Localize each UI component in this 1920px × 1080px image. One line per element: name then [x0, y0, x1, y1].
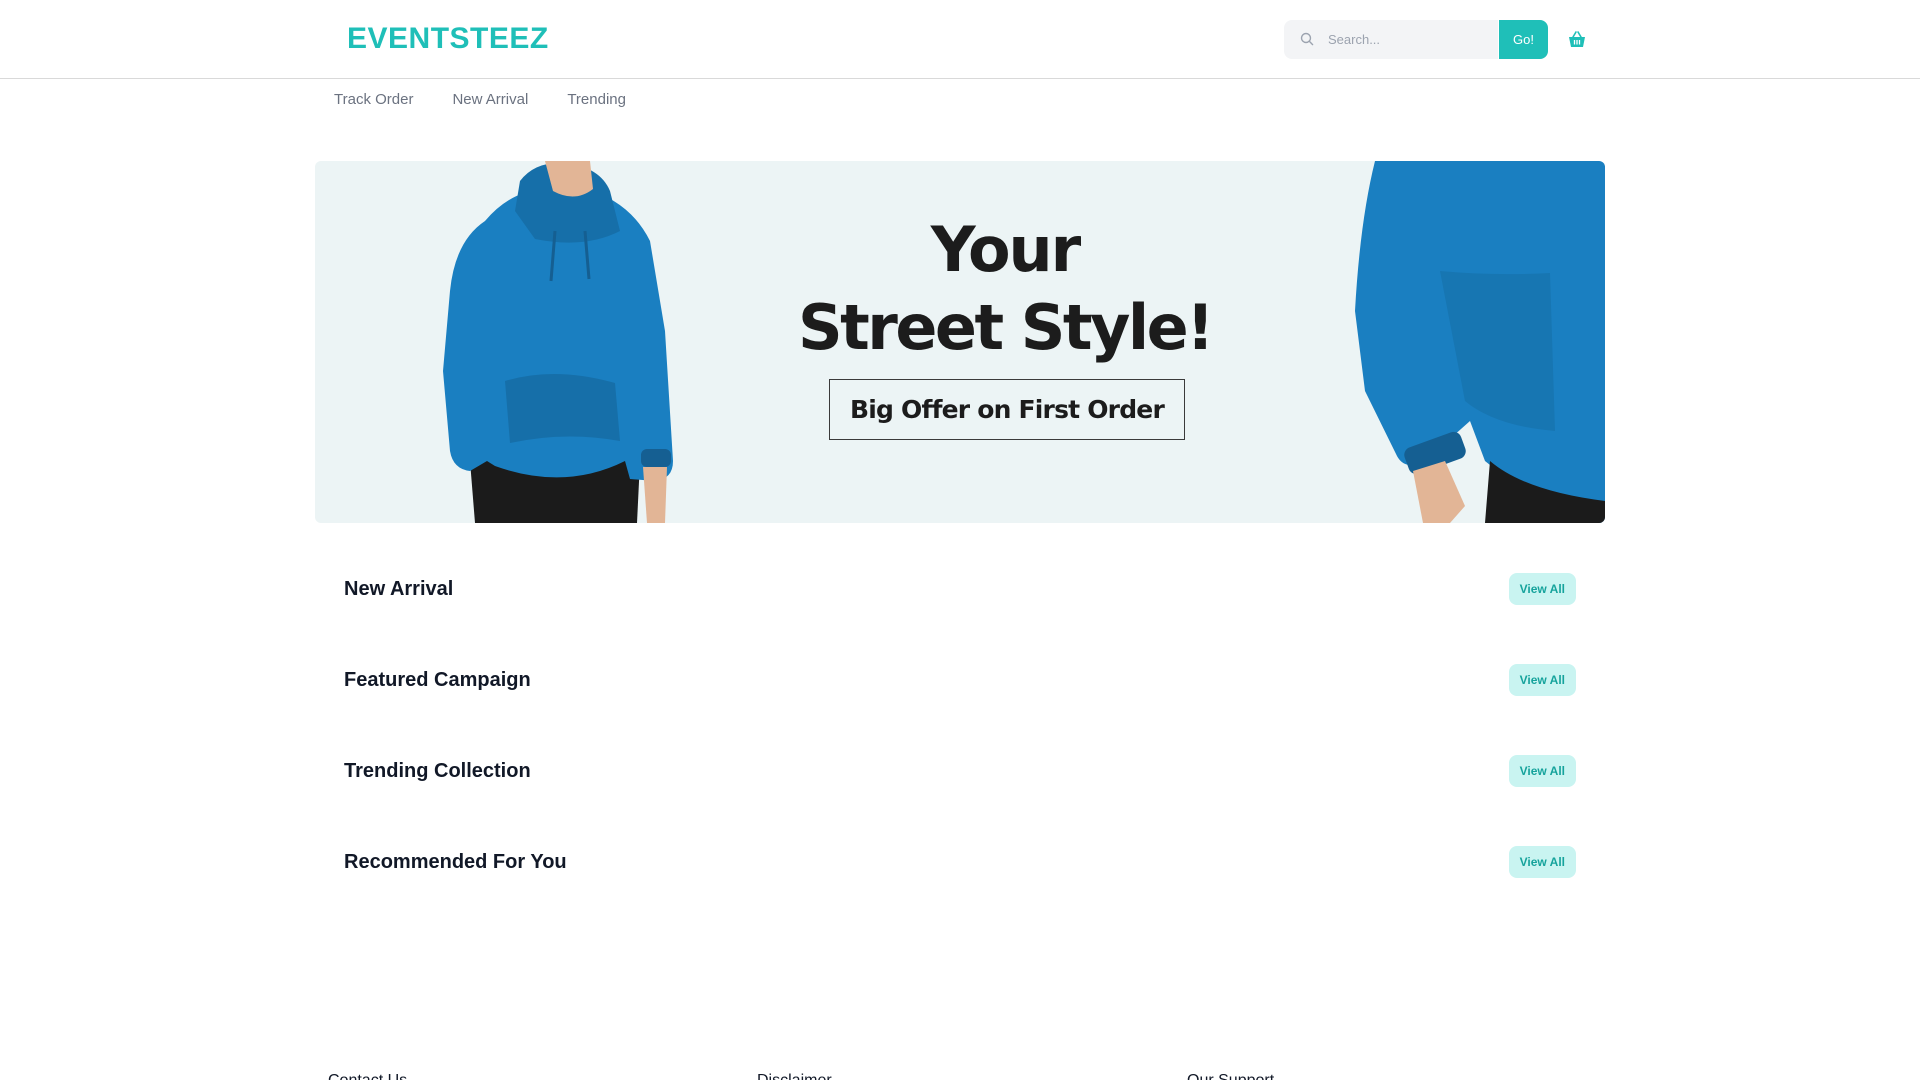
hero-banner[interactable]: Your Street Style! Big Offer on First Or… — [315, 161, 1605, 523]
search-input[interactable] — [1328, 20, 1492, 59]
section-title: Trending Collection — [344, 760, 531, 782]
hero-offer-button[interactable]: Big Offer on First Order — [829, 379, 1185, 440]
site-header: EVENTSTEEZ Go! — [0, 0, 1920, 79]
hoodie-sleeve-image — [1355, 161, 1605, 523]
section-featured-campaign: Featured Campaign View All — [344, 660, 1576, 700]
nav-item-track-order[interactable]: Track Order — [334, 90, 413, 110]
basket-icon[interactable] — [1566, 29, 1588, 51]
hero-headline: Your Street Style! — [755, 211, 1255, 367]
search-icon — [1300, 32, 1314, 46]
hero-headline-line2: Street Style! — [798, 291, 1214, 364]
footer-heading-contact: Contact Us — [328, 1071, 407, 1080]
view-all-button[interactable]: View All — [1508, 664, 1576, 696]
hero-headline-line1: Your — [930, 213, 1082, 286]
section-trending-collection: Trending Collection View All — [344, 751, 1576, 791]
view-all-button[interactable]: View All — [1508, 846, 1576, 878]
hoodie-model-image — [443, 161, 673, 523]
footer-heading-support: Our Support — [1187, 1071, 1274, 1080]
footer-heading-disclaimer: Disclaimer — [757, 1071, 832, 1080]
search-go-button[interactable]: Go! — [1499, 20, 1548, 59]
section-title: Recommended For You — [344, 851, 567, 873]
search-bar — [1284, 20, 1498, 59]
nav-item-trending[interactable]: Trending — [567, 90, 626, 110]
section-title: Featured Campaign — [344, 669, 531, 691]
nav-item-new-arrival[interactable]: New Arrival — [452, 90, 528, 110]
main-nav: Track Order New Arrival Trending — [334, 90, 626, 110]
site-logo[interactable]: EVENTSTEEZ — [347, 20, 549, 58]
section-recommended: Recommended For You View All — [344, 842, 1576, 882]
view-all-button[interactable]: View All — [1508, 755, 1576, 787]
section-new-arrival: New Arrival View All — [344, 569, 1576, 609]
view-all-button[interactable]: View All — [1508, 573, 1576, 605]
section-title: New Arrival — [344, 578, 454, 600]
